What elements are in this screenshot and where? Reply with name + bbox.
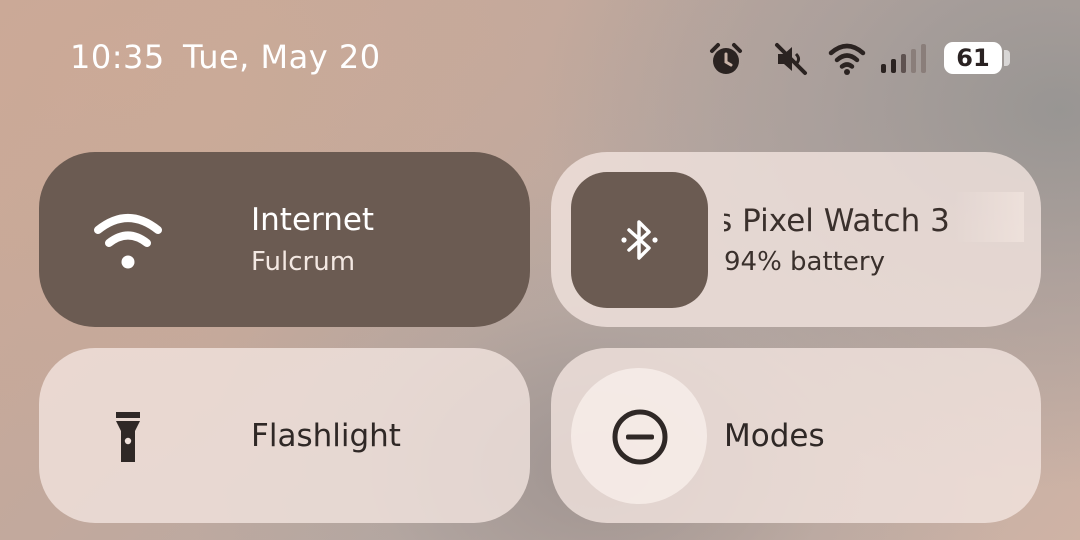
- bluetooth-text-area: n's Pixel Watch 3 94% battery: [724, 152, 1024, 327]
- mute-icon: [775, 43, 807, 75]
- date-label: Tue, May 20: [183, 38, 381, 76]
- battery-cap: [1004, 50, 1010, 66]
- battery-level: 61: [956, 44, 990, 72]
- wifi-icon: [94, 214, 162, 269]
- do-not-disturb-icon: [612, 409, 668, 465]
- modes-toggle[interactable]: [571, 368, 707, 504]
- flashlight-icon: [116, 412, 140, 462]
- internet-tile-title: Internet: [251, 202, 375, 238]
- modes-tile-title: Modes: [724, 418, 825, 454]
- bluetooth-tile-subtitle: 94% battery: [724, 247, 885, 277]
- clock-time: 10:35: [70, 38, 165, 76]
- marquee-fade: [954, 192, 1024, 242]
- internet-tile-subtitle: Fulcrum: [251, 247, 356, 277]
- internet-tile[interactable]: Internet Fulcrum: [39, 152, 530, 327]
- status-bar: 10:35 Tue, May 20 61: [0, 0, 1080, 118]
- bluetooth-tile[interactable]: n's Pixel Watch 3 94% battery: [551, 152, 1041, 327]
- cellular-signal-icon: [881, 44, 926, 73]
- modes-tile[interactable]: Modes: [551, 348, 1041, 523]
- flashlight-tile-title: Flashlight: [251, 418, 401, 454]
- flashlight-tile[interactable]: Flashlight: [39, 348, 530, 523]
- wifi-icon: [828, 43, 866, 75]
- battery-indicator: 61: [944, 42, 1002, 74]
- alarm-icon: [710, 43, 742, 74]
- bluetooth-icon: [621, 220, 658, 260]
- bluetooth-tile-title: n's Pixel Watch 3: [724, 203, 950, 239]
- bluetooth-toggle[interactable]: [571, 172, 708, 308]
